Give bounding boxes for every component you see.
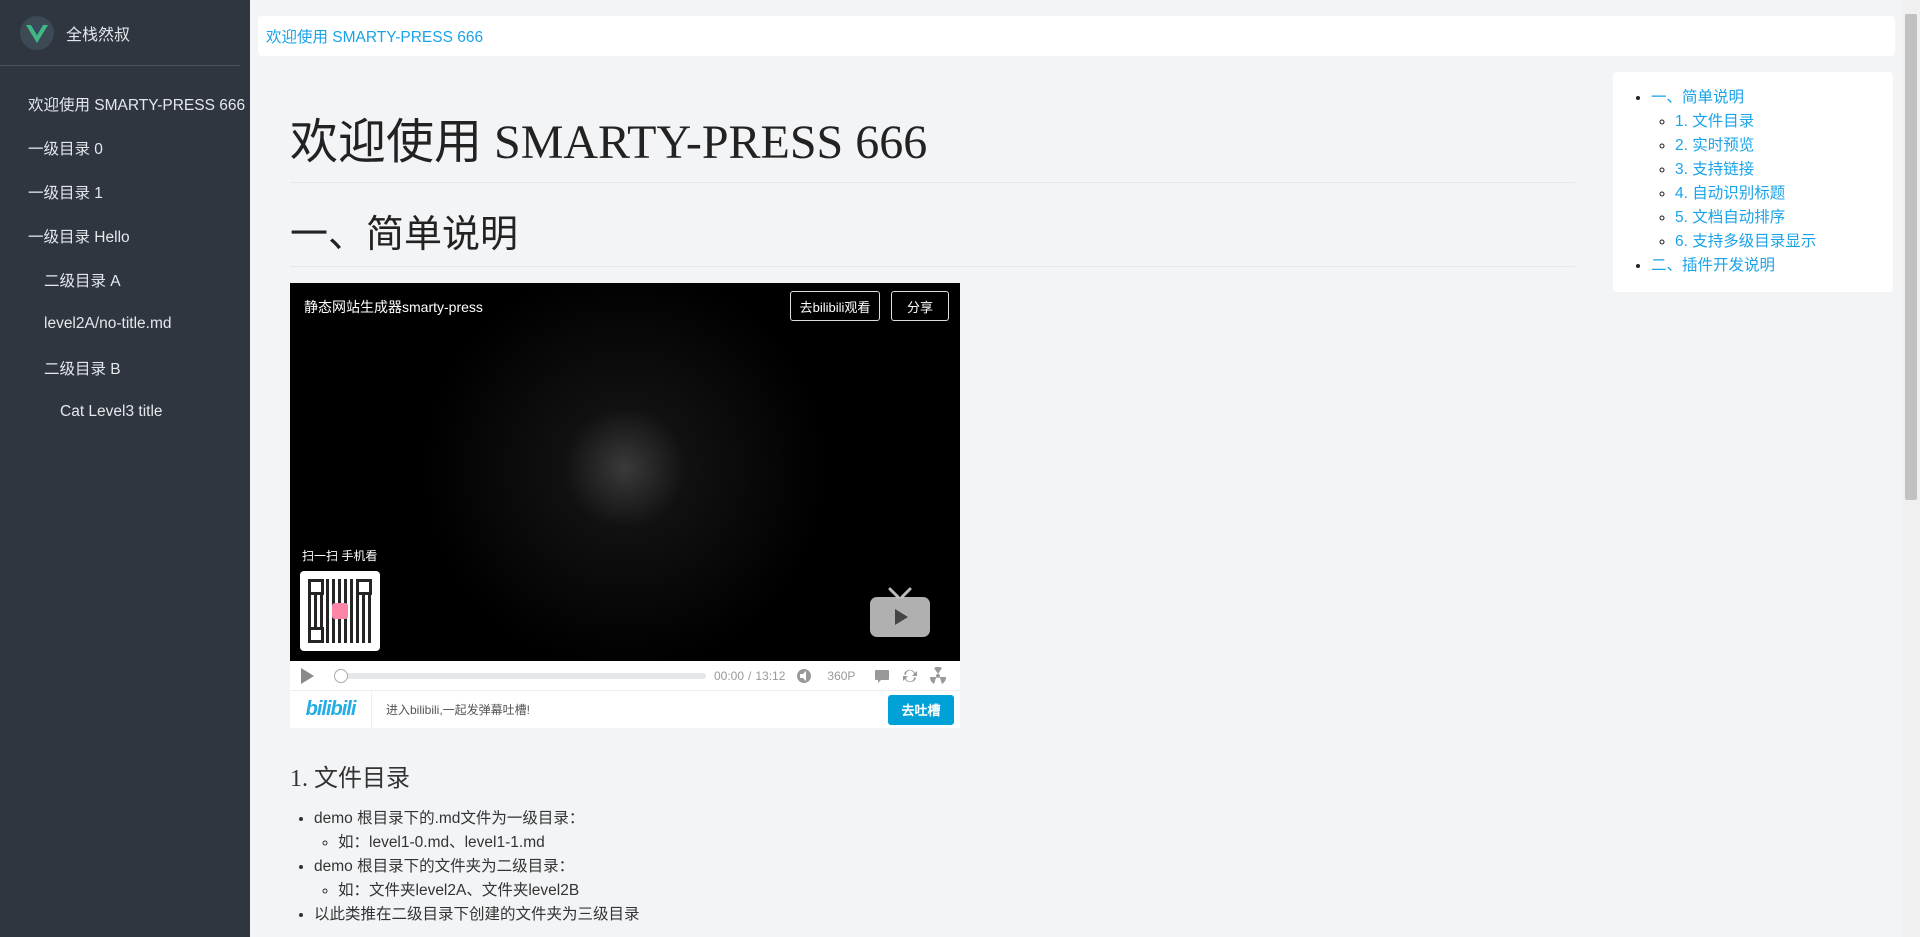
time-current: 00:00 (714, 668, 745, 683)
sidebar-item-cat-level3[interactable]: Cat Level3 title (0, 390, 250, 434)
go-comment-button[interactable]: 去吐槽 (888, 694, 954, 725)
radiation-icon[interactable] (929, 666, 947, 685)
qr-code (300, 571, 380, 652)
progress-bar[interactable] (334, 668, 706, 683)
breadcrumb: 欢迎使用 SMARTY-PRESS 666 (258, 16, 1895, 56)
sidebar-nav: 欢迎使用 SMARTY-PRESS 666 一级目录 0 一级目录 1 一级目录… (0, 66, 250, 434)
sidebar: 全栈然叔 欢迎使用 SMARTY-PRESS 666 一级目录 0 一级目录 1… (0, 0, 250, 937)
player-controls: 00:00 / 13:12 360P (290, 661, 960, 692)
bilibili-bar-text: 进入bilibili,一起发弹幕吐槽! (386, 703, 531, 718)
brand[interactable]: 全栈然叔 (0, 0, 240, 66)
time-separator: / (748, 668, 752, 683)
loop-icon[interactable] (901, 667, 919, 685)
scan-label: 扫一扫 手机看 (302, 549, 378, 564)
sidebar-item-level2-b[interactable]: 二级目录 B (0, 346, 250, 390)
bilibili-logo[interactable]: bilibili (290, 691, 372, 729)
qr-code-icon (308, 579, 372, 644)
sidebar-item-level2a-no-title[interactable]: level2A/no-title.md (0, 302, 250, 346)
play-icon[interactable] (298, 667, 316, 685)
table-of-contents: 一、简单说明 1. 文件目录 2. 实时预览 3. 支持链接 4. 自动识别标题… (1613, 72, 1893, 292)
list-item: 如：level1-0.md、level1-1.md (338, 831, 1575, 855)
page-title: 欢迎使用 SMARTY-PRESS 666 (290, 114, 1575, 183)
section-heading: 一、简单说明 (290, 213, 1575, 268)
file-directory-list: demo 根目录下的.md文件为一级目录： 如：level1-0.md、leve… (290, 807, 1575, 927)
quality-selector[interactable]: 360P (827, 669, 855, 683)
sidebar-item-welcome[interactable]: 欢迎使用 SMARTY-PRESS 666 (0, 82, 250, 126)
scrollbar-thumb[interactable] (1905, 14, 1917, 500)
toc-link-auto-title[interactable]: 4. 自动识别标题 (1675, 185, 1785, 202)
brand-name: 全栈然叔 (66, 26, 131, 44)
list-item: 如：文件夹level2A、文件夹level2B (338, 879, 1575, 903)
list-item: 以此类推在二级目录下创建的文件夹为三级目录 (314, 903, 1575, 927)
toc-section: 一、简单说明 1. 文件目录 2. 实时预览 3. 支持链接 4. 自动识别标题… (1651, 86, 1893, 254)
toc-link-live-preview[interactable]: 2. 实时预览 (1675, 137, 1754, 154)
share-button[interactable]: 分享 (891, 291, 949, 322)
list-item: demo 根目录下的文件夹为二级目录： 如：文件夹level2A、文件夹leve… (314, 855, 1575, 903)
subsection-heading: 1. 文件目录 (290, 766, 410, 793)
sidebar-item-level1-1[interactable]: 一级目录 1 (0, 170, 250, 214)
toc-section: 二、插件开发说明 (1651, 254, 1893, 278)
bilibili-bar: bilibili 进入bilibili,一起发弹幕吐槽! 去吐槽 (290, 691, 960, 729)
sidebar-item-level1-0[interactable]: 一级目录 0 (0, 126, 250, 170)
volume-icon[interactable] (795, 667, 813, 685)
main-content: 欢迎使用 SMARTY-PRESS 666 一、简单说明 静态网站生成器smar… (290, 100, 1575, 927)
vue-logo-icon (20, 15, 54, 50)
toc-link-multi-level[interactable]: 6. 支持多级目录显示 (1675, 233, 1816, 250)
video-title: 静态网站生成器smarty-press (304, 299, 483, 316)
breadcrumb-link[interactable]: 欢迎使用 SMARTY-PRESS 666 (266, 25, 483, 47)
video-screen[interactable] (290, 283, 960, 662)
sidebar-item-level2-a[interactable]: 二级目录 A (0, 258, 250, 302)
time-total: 13:12 (755, 668, 786, 683)
toc-link-support-links[interactable]: 3. 支持链接 (1675, 161, 1754, 178)
watch-on-bilibili-button[interactable]: 去bilibili观看 (790, 291, 880, 322)
list-item: demo 根目录下的.md文件为一级目录： 如：level1-0.md、leve… (314, 807, 1575, 855)
toc-link-auto-sort[interactable]: 5. 文档自动排序 (1675, 209, 1785, 226)
bilibili-tv-play-icon[interactable] (868, 585, 932, 641)
progress-handle[interactable] (334, 668, 348, 683)
danmaku-icon[interactable] (873, 667, 891, 685)
toc-link-section-1[interactable]: 一、简单说明 (1651, 89, 1744, 106)
sidebar-item-level1-hello[interactable]: 一级目录 Hello (0, 214, 250, 258)
toc-link-file-directory[interactable]: 1. 文件目录 (1675, 113, 1754, 130)
video-player[interactable]: 静态网站生成器smarty-press 去bilibili观看 分享 扫一扫 手… (290, 283, 960, 729)
toc-link-section-2[interactable]: 二、插件开发说明 (1651, 257, 1775, 274)
